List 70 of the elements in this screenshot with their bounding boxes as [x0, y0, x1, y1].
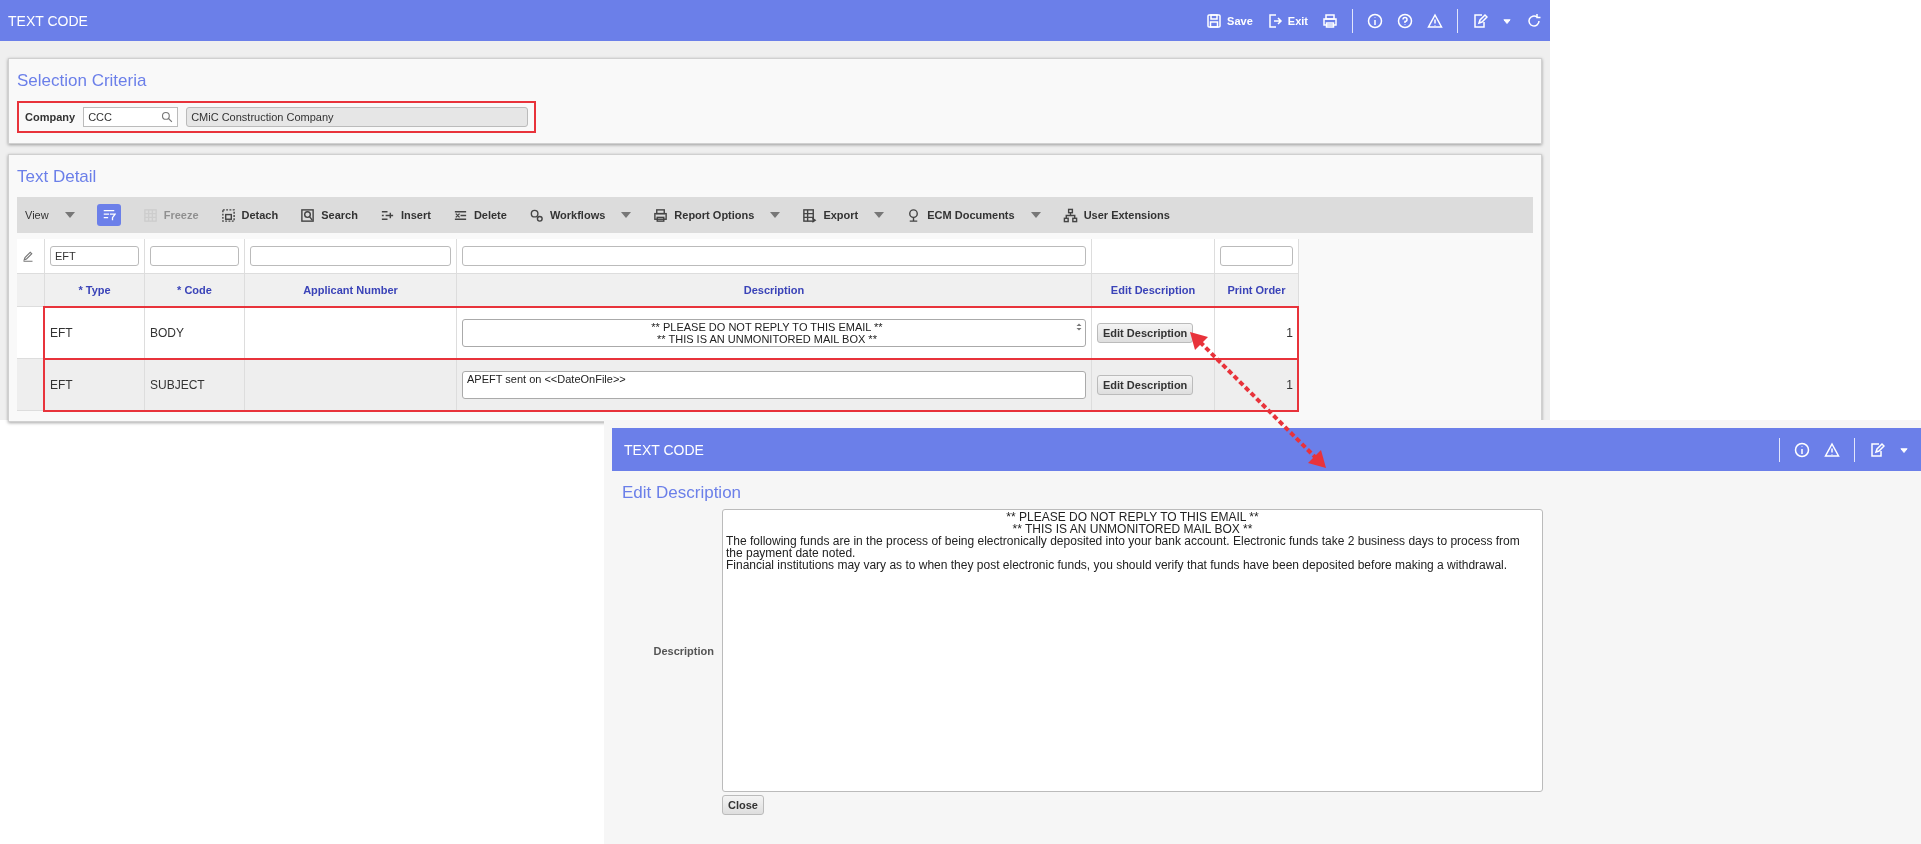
- column-header[interactable]: Description: [457, 274, 1092, 307]
- panel-title: Selection Criteria: [17, 71, 148, 91]
- column-header[interactable]: * Type: [45, 274, 145, 307]
- toolbar-button[interactable]: Workflows: [528, 207, 632, 223]
- exit-door-icon: [1266, 12, 1283, 29]
- edit-note-icon[interactable]: [1472, 12, 1488, 29]
- toolbar-button[interactable]: Report Options: [653, 207, 781, 223]
- column-header[interactable]: Print Order: [1215, 274, 1299, 307]
- dialog-title: TEXT CODE: [624, 441, 705, 458]
- warning-icon[interactable]: [1427, 12, 1443, 29]
- section-title: Edit Description: [622, 483, 743, 503]
- table-cell: SUBJECT: [145, 359, 245, 411]
- toolbar-button[interactable]: User Extensions: [1062, 207, 1170, 223]
- field-label: Company: [25, 111, 76, 123]
- warning-icon[interactable]: [1824, 441, 1840, 458]
- edit-description-button[interactable]: Edit Description: [1097, 322, 1194, 343]
- help-icon[interactable]: [1397, 12, 1413, 29]
- save-button[interactable]: Save: [1206, 12, 1253, 29]
- search-icon: [300, 207, 316, 223]
- company-field[interactable]: CCC: [83, 107, 179, 127]
- row-selector[interactable]: [17, 359, 45, 411]
- filter-field[interactable]: [462, 246, 1086, 266]
- description-field[interactable]: ** PLEASE DO NOT REPLY TO THIS EMAIL ** ** THIS IS AN UNMONITORED MAIL BOX **: [462, 318, 1086, 347]
- app-title: TEXT CODE: [8, 12, 89, 29]
- toolbar-button[interactable]: Detach: [220, 207, 279, 223]
- scroll-arrows-icon[interactable]: [1075, 321, 1083, 332]
- table-cell: EFT: [45, 307, 145, 359]
- table-cell: 1: [1215, 359, 1299, 411]
- pencil-icon: [22, 250, 34, 262]
- hierarchy-icon: [1062, 207, 1078, 223]
- company-name-field: CMiC Construction Company: [186, 107, 529, 127]
- filter-field[interactable]: [250, 246, 451, 266]
- toolbar-button[interactable]: Search: [300, 207, 358, 223]
- caret-icon: [770, 212, 781, 218]
- toolbar-button[interactable]: ECM Documents: [906, 207, 1041, 223]
- toolbar-button[interactable]: Export: [802, 207, 885, 223]
- gears-icon: [528, 207, 544, 223]
- column-header[interactable]: * Code: [145, 274, 245, 307]
- search-icon[interactable]: [161, 111, 174, 123]
- caret-icon: [874, 212, 885, 218]
- filter-button[interactable]: [96, 204, 121, 226]
- caret-icon: [1030, 212, 1041, 218]
- info-icon[interactable]: [1367, 12, 1383, 29]
- refresh-icon[interactable]: [1526, 12, 1542, 29]
- table-cell: BODY: [145, 307, 245, 359]
- column-header[interactable]: Edit Description: [1092, 274, 1215, 307]
- toolbar-button[interactable]: Insert: [379, 207, 431, 223]
- info-icon[interactable]: [1794, 441, 1810, 458]
- edit-note-icon[interactable]: [1869, 441, 1885, 458]
- view-menu[interactable]: View: [25, 209, 75, 221]
- caret-icon: [64, 212, 75, 218]
- table-export-icon: [802, 207, 818, 223]
- printer-icon: [653, 207, 669, 223]
- caret-icon: [621, 212, 632, 218]
- panel-title: Text Detail: [17, 167, 98, 187]
- description-field[interactable]: APEFT sent on <<DateOnFile>>: [462, 370, 1086, 399]
- table-cell: EFT: [45, 359, 145, 411]
- field-label: Description: [653, 644, 714, 657]
- description-field[interactable]: ** PLEASE DO NOT REPLY TO THIS EMAIL ** ** THIS IS AN UNMONITORED MAIL BOX ** The following funds are in the process of being electronically deposited into your bank account. Electronic funds take 2 business days to process from the payment date noted. Financial institutions may vary as to when they post electronic funds, you should verify that funds have been deposited before making a withdrawal.: [722, 509, 1543, 792]
- exit-button[interactable]: Exit: [1266, 12, 1308, 29]
- filter-list-icon: [101, 208, 116, 222]
- close-button[interactable]: Close: [722, 795, 764, 815]
- filter-field[interactable]: [150, 246, 239, 266]
- table-cell: 1: [1215, 307, 1299, 359]
- filter-field[interactable]: EFT: [50, 246, 139, 266]
- dashed-window-icon: [220, 207, 236, 223]
- edit-description-button[interactable]: Edit Description: [1097, 374, 1194, 395]
- filter-field[interactable]: [1220, 246, 1293, 266]
- toolbar-button[interactable]: Delete: [452, 207, 507, 223]
- column-header[interactable]: Applicant Number: [245, 274, 457, 307]
